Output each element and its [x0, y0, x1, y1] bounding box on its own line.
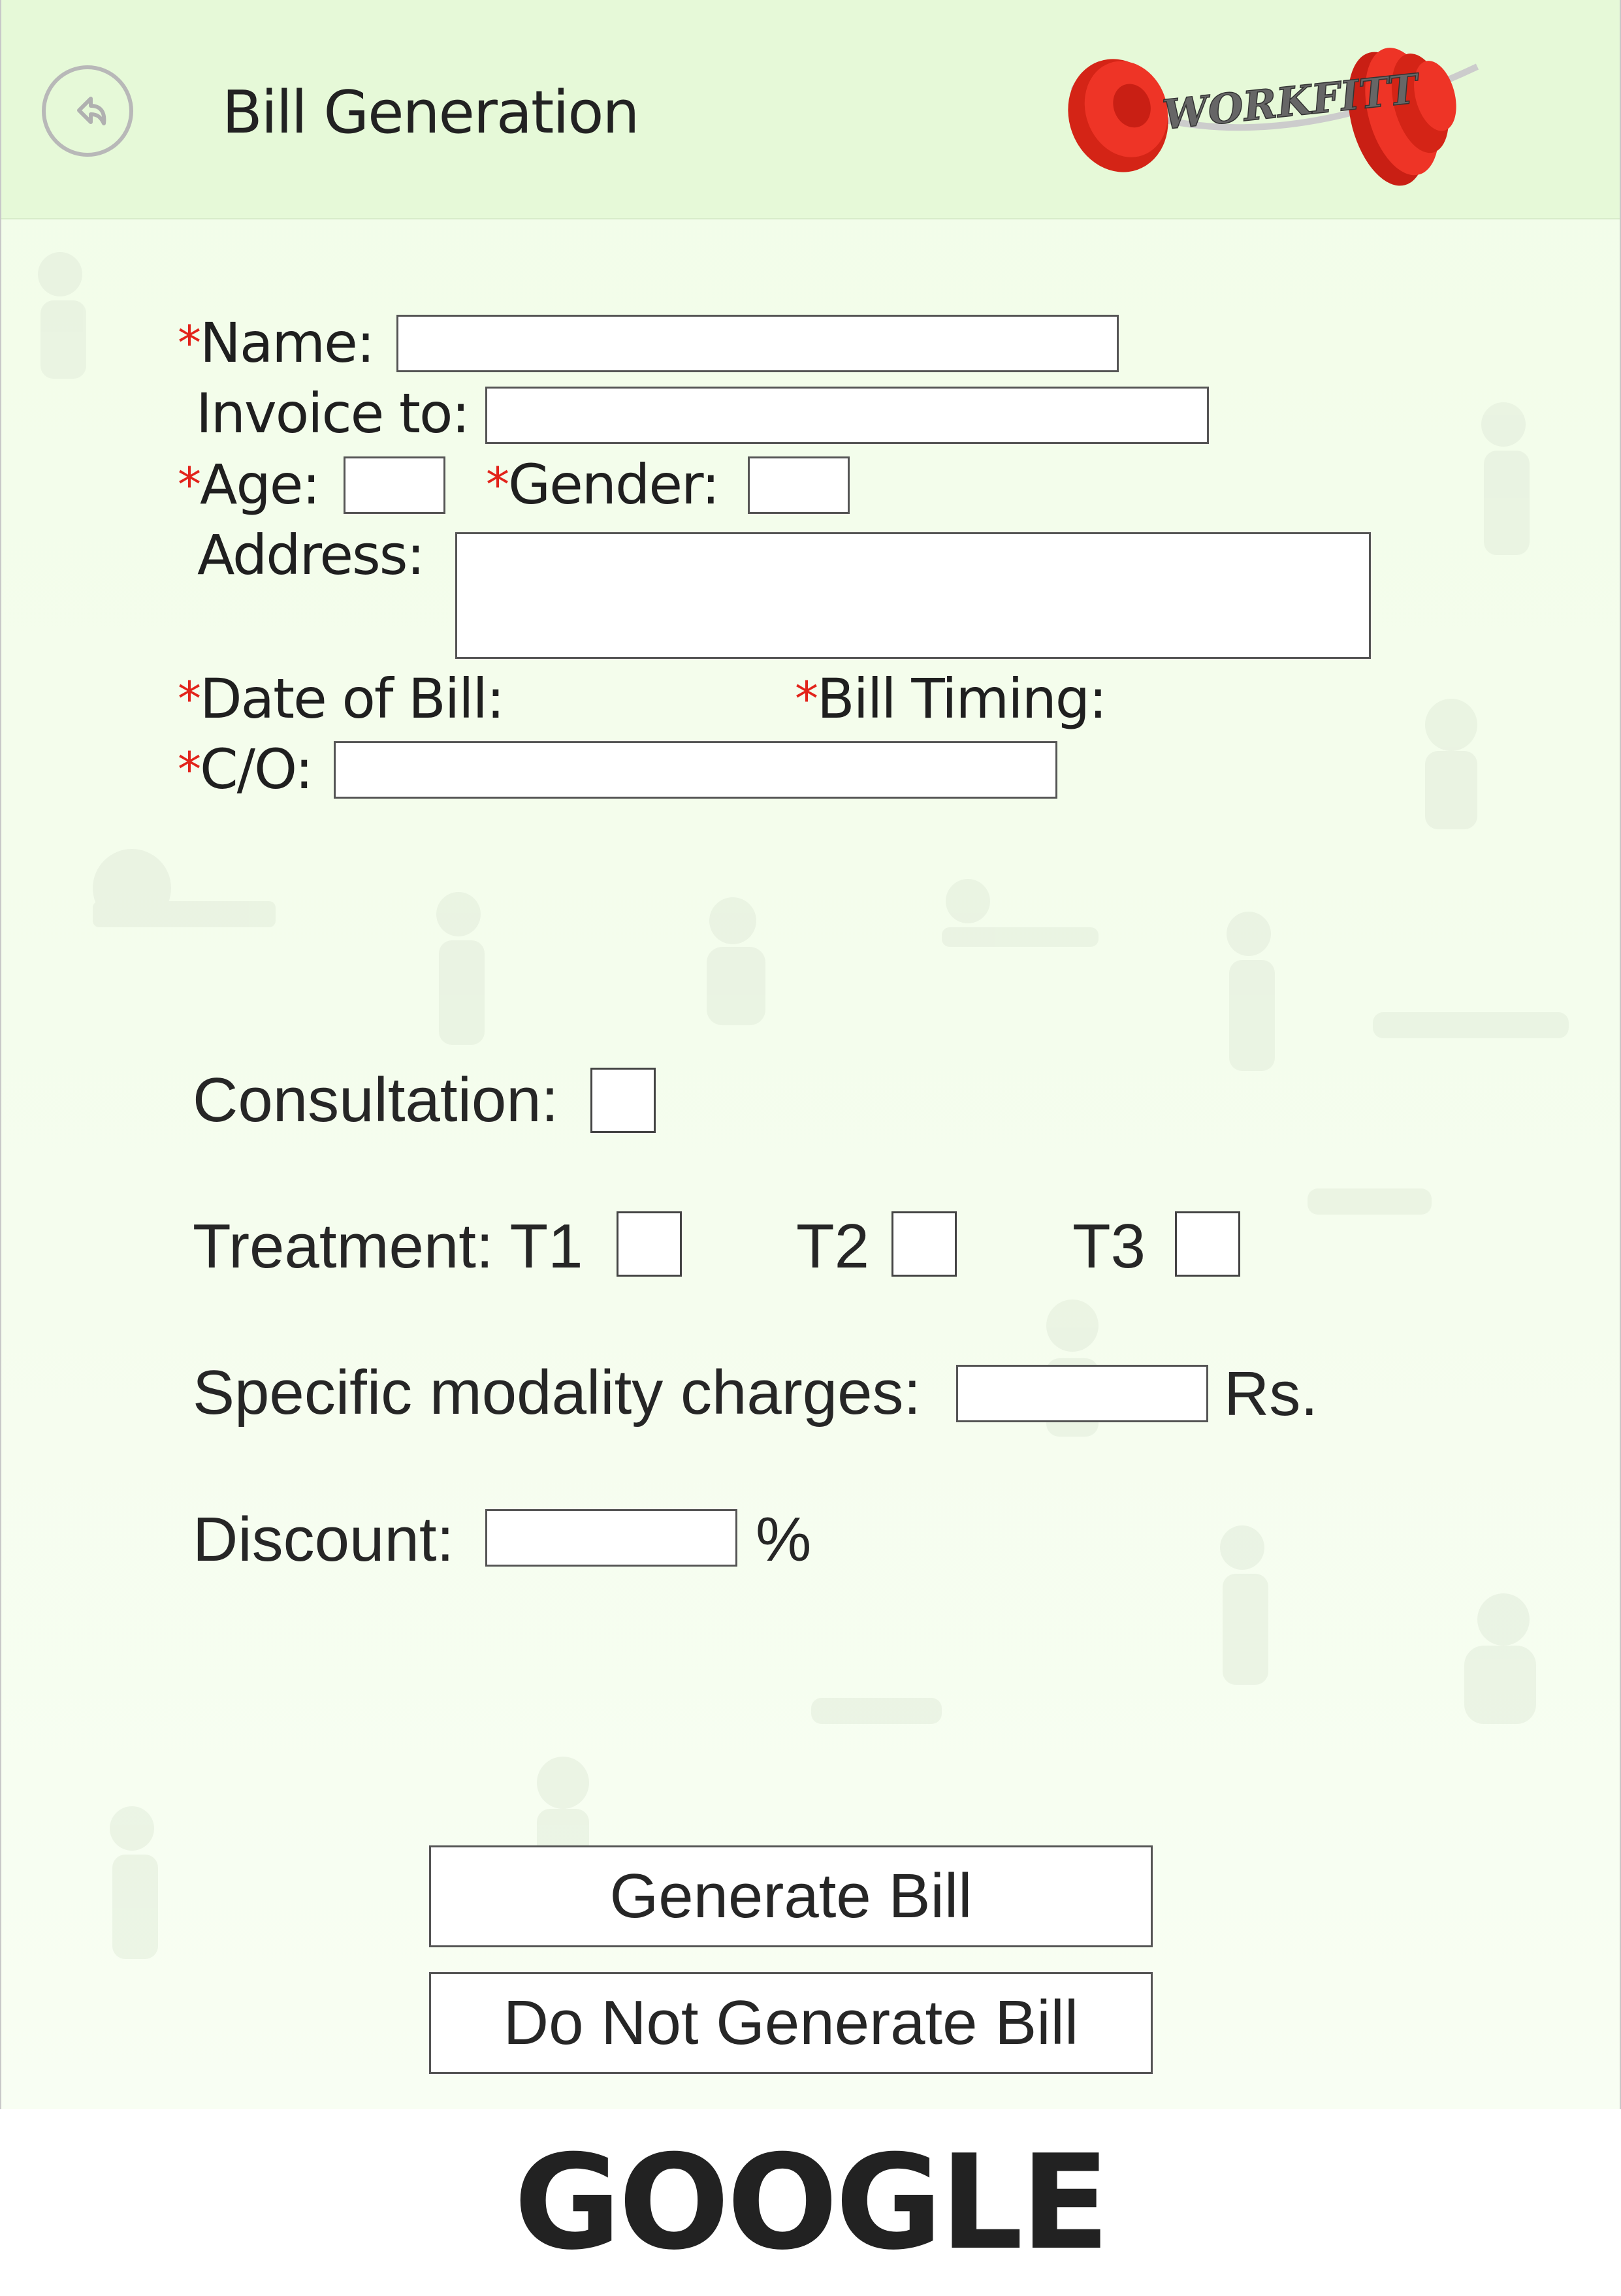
gender-label: *Gender:: [486, 453, 720, 517]
footer-brand: GOOGLE: [0, 2109, 1621, 2296]
back-arrow-icon: [77, 97, 106, 125]
treatment-t3-label: T3: [1072, 1211, 1146, 1281]
consultation-label: Consultation:: [193, 1065, 559, 1135]
treatment-t3-checkbox[interactable]: [1175, 1211, 1240, 1277]
treatment-t1-checkbox[interactable]: [617, 1211, 682, 1277]
treatment-t2-checkbox[interactable]: [891, 1211, 957, 1277]
discount-label: Discount:: [193, 1505, 455, 1574]
age-label: *Age:: [178, 453, 321, 517]
required-marker: *: [178, 457, 201, 512]
name-input[interactable]: [396, 315, 1119, 372]
back-button[interactable]: [42, 65, 133, 157]
age-input[interactable]: [344, 456, 445, 514]
workfitt-logo: WORKFITT: [1068, 48, 1479, 186]
generate-bill-label: Generate Bill: [609, 1861, 972, 1931]
currency-label: Rs.: [1224, 1359, 1318, 1429]
app-screen: Bill Generation WORKFITT *Name: Invoice …: [0, 0, 1621, 2109]
address-input[interactable]: [455, 532, 1371, 659]
required-marker: *: [178, 671, 201, 726]
required-marker: *: [795, 671, 818, 726]
invoice-to-label: Invoice to:: [196, 381, 470, 445]
address-label: Address:: [197, 523, 425, 587]
app-header: Bill Generation WORKFITT: [1, 0, 1620, 219]
treatment-t2-label: T2: [796, 1211, 870, 1281]
treatment-t1-label: Treatment: T1: [193, 1211, 583, 1281]
modality-charges-input[interactable]: [956, 1365, 1208, 1422]
gender-input[interactable]: [748, 456, 850, 514]
required-marker: *: [486, 457, 509, 512]
co-label: *C/O:: [178, 737, 313, 801]
page-title: Bill Generation: [222, 78, 639, 147]
date-of-bill-label: *Date of Bill:: [178, 667, 505, 731]
consultation-checkbox[interactable]: [590, 1068, 656, 1133]
do-not-generate-bill-button[interactable]: Do Not Generate Bill: [429, 1972, 1153, 2074]
discount-input[interactable]: [485, 1509, 737, 1567]
generate-bill-button[interactable]: Generate Bill: [429, 1845, 1153, 1947]
name-label: *Name:: [178, 311, 375, 375]
bill-timing-label: *Bill Timing:: [795, 667, 1107, 731]
required-marker: *: [178, 742, 201, 797]
invoice-to-input[interactable]: [485, 387, 1209, 444]
do-not-generate-bill-label: Do Not Generate Bill: [503, 1988, 1079, 2058]
modality-charges-label: Specific modality charges:: [193, 1358, 922, 1427]
percent-label: %: [756, 1505, 812, 1574]
co-input[interactable]: [334, 741, 1057, 799]
required-marker: *: [178, 315, 201, 370]
